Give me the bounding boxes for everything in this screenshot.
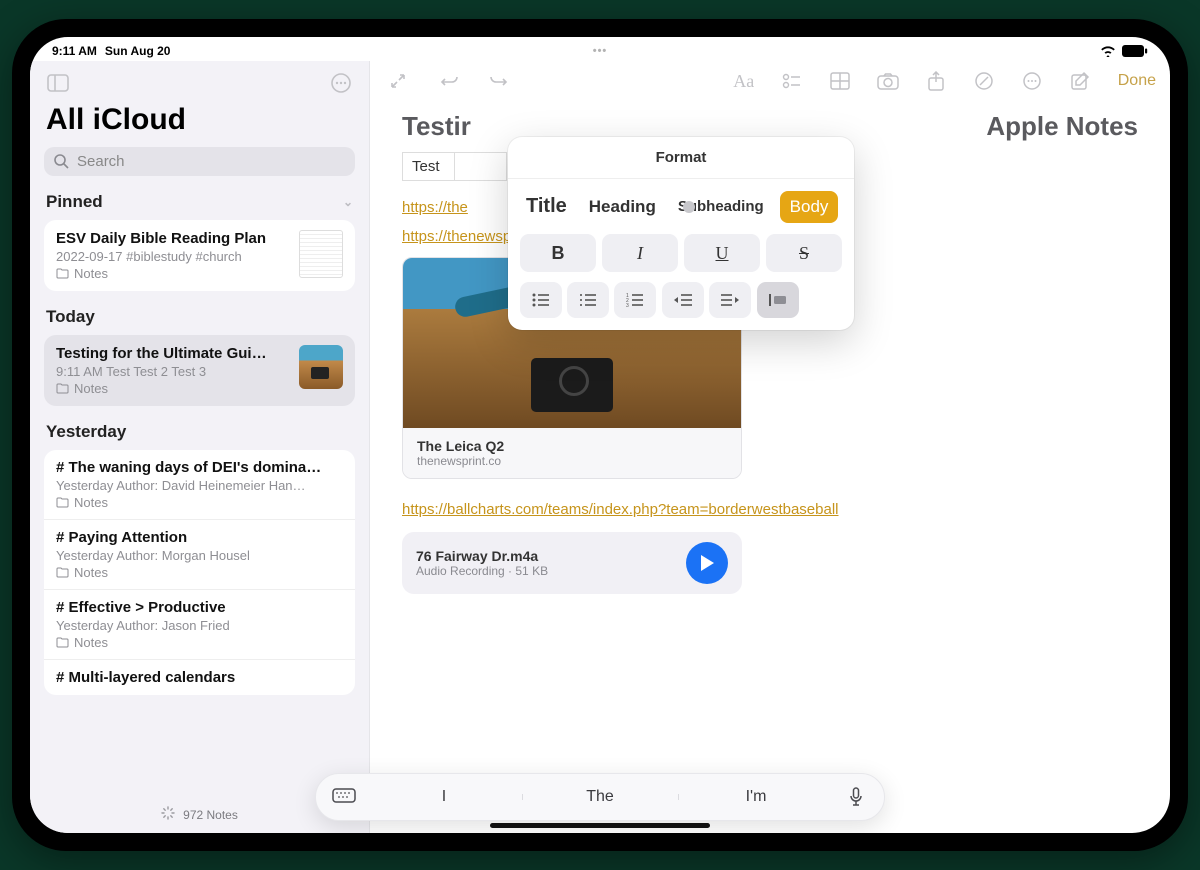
link[interactable]: https://ballcharts.com/teams/index.php?t… bbox=[402, 501, 839, 518]
text-style-icon[interactable]: Aa bbox=[730, 67, 758, 95]
camera-icon[interactable] bbox=[874, 67, 902, 95]
folder-icon bbox=[56, 567, 69, 578]
multitasking-dots-icon[interactable]: ••• bbox=[593, 45, 608, 57]
suggestion[interactable]: I bbox=[366, 788, 522, 806]
pinned-note-item[interactable]: ESV Daily Bible Reading Plan 2022-09-17 … bbox=[44, 220, 355, 291]
folder-icon bbox=[56, 497, 69, 508]
status-date: Sun Aug 20 bbox=[105, 44, 171, 58]
bold-button[interactable]: B bbox=[520, 234, 596, 272]
redo-icon[interactable] bbox=[484, 67, 512, 95]
underline-button[interactable]: U bbox=[684, 234, 760, 272]
note-folder: Notes bbox=[74, 635, 108, 650]
note-thumbnail bbox=[299, 345, 343, 389]
note-title: # Multi-layered calendars bbox=[56, 669, 343, 686]
status-time: 9:11 AM bbox=[52, 44, 97, 58]
battery-icon bbox=[1122, 45, 1148, 57]
outdent-button[interactable] bbox=[662, 282, 704, 318]
note-subtitle: Yesterday Author: Jason Fried bbox=[56, 618, 343, 633]
today-note-item[interactable]: Testing for the Ultimate Gui… 9:11 AM Te… bbox=[44, 335, 355, 406]
note-thumbnail bbox=[299, 230, 343, 278]
search-placeholder: Search bbox=[77, 153, 125, 170]
done-button[interactable]: Done bbox=[1118, 72, 1156, 90]
search-icon bbox=[54, 154, 69, 169]
link-preview-source: thenewsprint.co bbox=[417, 454, 727, 468]
note-subtitle: 2022-09-17 #biblestudy #church bbox=[56, 249, 289, 264]
style-body-button[interactable]: Body bbox=[780, 191, 839, 223]
notes-count: 972 Notes bbox=[183, 808, 238, 822]
note-subtitle: 9:11 AM Test Test 2 Test 3 bbox=[56, 364, 289, 379]
link[interactable]: https://the bbox=[402, 199, 468, 216]
list-item[interactable]: # Effective > Productive Yesterday Autho… bbox=[44, 589, 355, 659]
dashed-list-button[interactable] bbox=[567, 282, 609, 318]
play-button[interactable] bbox=[686, 542, 728, 584]
section-today-label: Today bbox=[46, 307, 95, 327]
note-folder: Notes bbox=[74, 495, 108, 510]
audio-title: 76 Fairway Dr.m4a bbox=[416, 548, 548, 564]
note-table[interactable]: Test bbox=[402, 152, 507, 181]
dictation-icon[interactable] bbox=[834, 777, 878, 817]
italic-button[interactable]: I bbox=[602, 234, 678, 272]
keyboard-suggestion-bar: I The I'm bbox=[315, 773, 885, 821]
note-title: # Effective > Productive bbox=[56, 599, 343, 616]
share-icon[interactable] bbox=[922, 67, 950, 95]
note-folder: Notes bbox=[74, 381, 108, 396]
more-options-icon[interactable] bbox=[327, 69, 355, 97]
search-input[interactable]: Search bbox=[44, 147, 355, 176]
style-title-button[interactable]: Title bbox=[520, 189, 573, 224]
format-popover-title: Format bbox=[508, 137, 854, 179]
undo-icon[interactable] bbox=[436, 67, 464, 95]
note-folder: Notes bbox=[74, 565, 108, 580]
sidebar-toggle-icon[interactable] bbox=[44, 69, 72, 97]
style-heading-button[interactable]: Heading bbox=[583, 191, 662, 223]
checklist-icon[interactable] bbox=[778, 67, 806, 95]
home-indicator[interactable] bbox=[490, 823, 710, 828]
note-title: # Paying Attention bbox=[56, 529, 343, 546]
keyboard-switch-icon[interactable] bbox=[322, 777, 366, 817]
markup-icon[interactable] bbox=[970, 67, 998, 95]
section-pinned-label: Pinned bbox=[46, 192, 103, 212]
scroll-indicator-icon bbox=[683, 201, 695, 213]
note-title: ESV Daily Bible Reading Plan bbox=[56, 230, 289, 247]
list-item[interactable]: # Multi-layered calendars bbox=[44, 659, 355, 695]
audio-subtitle: Audio Recording · 51 KB bbox=[416, 564, 548, 578]
chevron-down-icon[interactable]: ⌄ bbox=[343, 195, 353, 209]
list-item[interactable]: # The waning days of DEI's domina… Yeste… bbox=[44, 450, 355, 519]
link-preview-title: The Leica Q2 bbox=[417, 438, 727, 454]
folder-icon bbox=[56, 637, 69, 648]
audio-attachment[interactable]: 76 Fairway Dr.m4a Audio Recording · 51 K… bbox=[402, 532, 742, 594]
strikethrough-button[interactable]: S bbox=[766, 234, 842, 272]
numbered-list-button[interactable]: 123 bbox=[614, 282, 656, 318]
section-yesterday-label: Yesterday bbox=[46, 422, 126, 442]
block-quote-button[interactable] bbox=[757, 282, 799, 318]
sidebar-title: All iCloud bbox=[30, 97, 369, 143]
compose-icon[interactable] bbox=[1066, 67, 1094, 95]
suggestion[interactable]: I'm bbox=[678, 788, 834, 806]
list-item[interactable]: # Paying Attention Yesterday Author: Mor… bbox=[44, 519, 355, 589]
folder-icon bbox=[56, 383, 69, 394]
note-title: Testing for the Ultimate Gui… bbox=[56, 345, 289, 362]
table-cell[interactable]: Test bbox=[403, 153, 455, 181]
table-icon[interactable] bbox=[826, 67, 854, 95]
format-popover: Format Title Heading Subheading Body B I bbox=[508, 137, 854, 330]
bulleted-list-button[interactable] bbox=[520, 282, 562, 318]
suggestion[interactable]: The bbox=[522, 788, 678, 806]
note-subtitle: Yesterday Author: David Heinemeier Han… bbox=[56, 478, 343, 493]
more-icon[interactable] bbox=[1018, 67, 1046, 95]
sync-spinner-icon bbox=[161, 806, 175, 823]
svg-text:3: 3 bbox=[626, 303, 629, 307]
wifi-icon bbox=[1100, 45, 1116, 57]
note-subtitle: Yesterday Author: Morgan Housel bbox=[56, 548, 343, 563]
indent-button[interactable] bbox=[709, 282, 751, 318]
svg-text:1: 1 bbox=[626, 293, 629, 299]
expand-arrow-icon[interactable] bbox=[384, 67, 412, 95]
folder-icon bbox=[56, 268, 69, 279]
svg-text:2: 2 bbox=[626, 298, 629, 304]
note-title: # The waning days of DEI's domina… bbox=[56, 459, 343, 476]
note-folder: Notes bbox=[74, 266, 108, 281]
